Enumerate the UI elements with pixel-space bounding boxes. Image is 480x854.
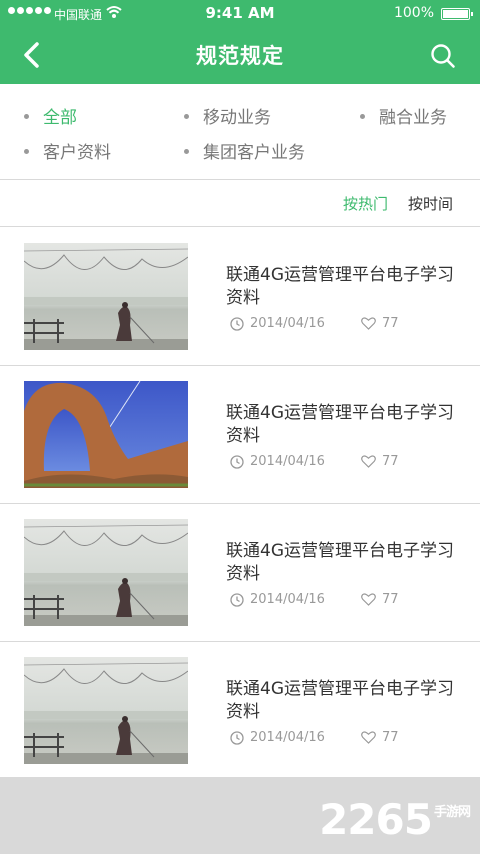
- category-mobile[interactable]: 移动业务: [184, 103, 271, 128]
- heart-icon: [361, 455, 376, 468]
- article-thumbnail: [24, 519, 188, 626]
- battery-icon: [441, 8, 473, 20]
- category-group-customer[interactable]: 集团客户业务: [184, 138, 305, 163]
- article-thumbnail: [24, 657, 188, 764]
- list-item[interactable]: 联通4G运营管理平台电子学习资料 2014/04/16 77: [0, 366, 480, 504]
- heart-icon: [361, 593, 376, 606]
- clock-icon: [230, 592, 244, 607]
- article-title: 联通4G运营管理平台电子学习资料: [226, 265, 454, 308]
- sort-by-hot[interactable]: 按热门: [343, 193, 388, 214]
- watermark-logo: 2265 手游网: [319, 795, 471, 844]
- clock-icon: [230, 730, 244, 745]
- sort-bar: 按热门 按时间: [0, 180, 480, 226]
- sort-by-time[interactable]: 按时间: [408, 193, 453, 214]
- status-bar: 中国联通 9:41 AM 100%: [0, 0, 480, 28]
- search-icon[interactable]: [430, 43, 456, 69]
- heart-icon: [361, 317, 376, 330]
- list-item[interactable]: 联通4G运营管理平台电子学习资料 2014/04/16 77: [0, 642, 480, 780]
- category-converged[interactable]: 融合业务: [360, 103, 447, 128]
- article-likes: 77: [361, 316, 399, 331]
- article-thumbnail: [24, 243, 188, 350]
- divider: [0, 226, 480, 227]
- battery-percent: 100%: [393, 5, 434, 21]
- article-date: 2014/04/16: [230, 454, 325, 469]
- article-likes: 77: [361, 730, 399, 745]
- category-customer-data[interactable]: 客户资料: [24, 138, 111, 163]
- clock-icon: [230, 454, 244, 469]
- list-item[interactable]: 联通4G运营管理平台电子学习资料 2014/04/16 77: [0, 228, 480, 366]
- page-title: 规范规定: [196, 44, 284, 68]
- category-all[interactable]: 全部: [24, 103, 77, 128]
- clock-icon: [230, 316, 244, 331]
- article-title: 联通4G运营管理平台电子学习资料: [226, 403, 454, 446]
- heart-icon: [361, 731, 376, 744]
- article-likes: 77: [361, 454, 399, 469]
- article-title: 联通4G运营管理平台电子学习资料: [226, 679, 454, 722]
- category-filter: 全部 移动业务 融合业务 客户资料 集团客户业务: [0, 84, 480, 180]
- app-header: 中国联通 9:41 AM 100% 规范规定: [0, 0, 480, 84]
- article-title: 联通4G运营管理平台电子学习资料: [226, 541, 454, 584]
- article-date: 2014/04/16: [230, 592, 325, 607]
- footer-area: 2265 手游网: [0, 777, 480, 854]
- article-thumbnail: [24, 381, 188, 488]
- article-date: 2014/04/16: [230, 316, 325, 331]
- article-date: 2014/04/16: [230, 730, 325, 745]
- article-likes: 77: [361, 592, 399, 607]
- list-item[interactable]: 联通4G运营管理平台电子学习资料 2014/04/16 77: [0, 504, 480, 642]
